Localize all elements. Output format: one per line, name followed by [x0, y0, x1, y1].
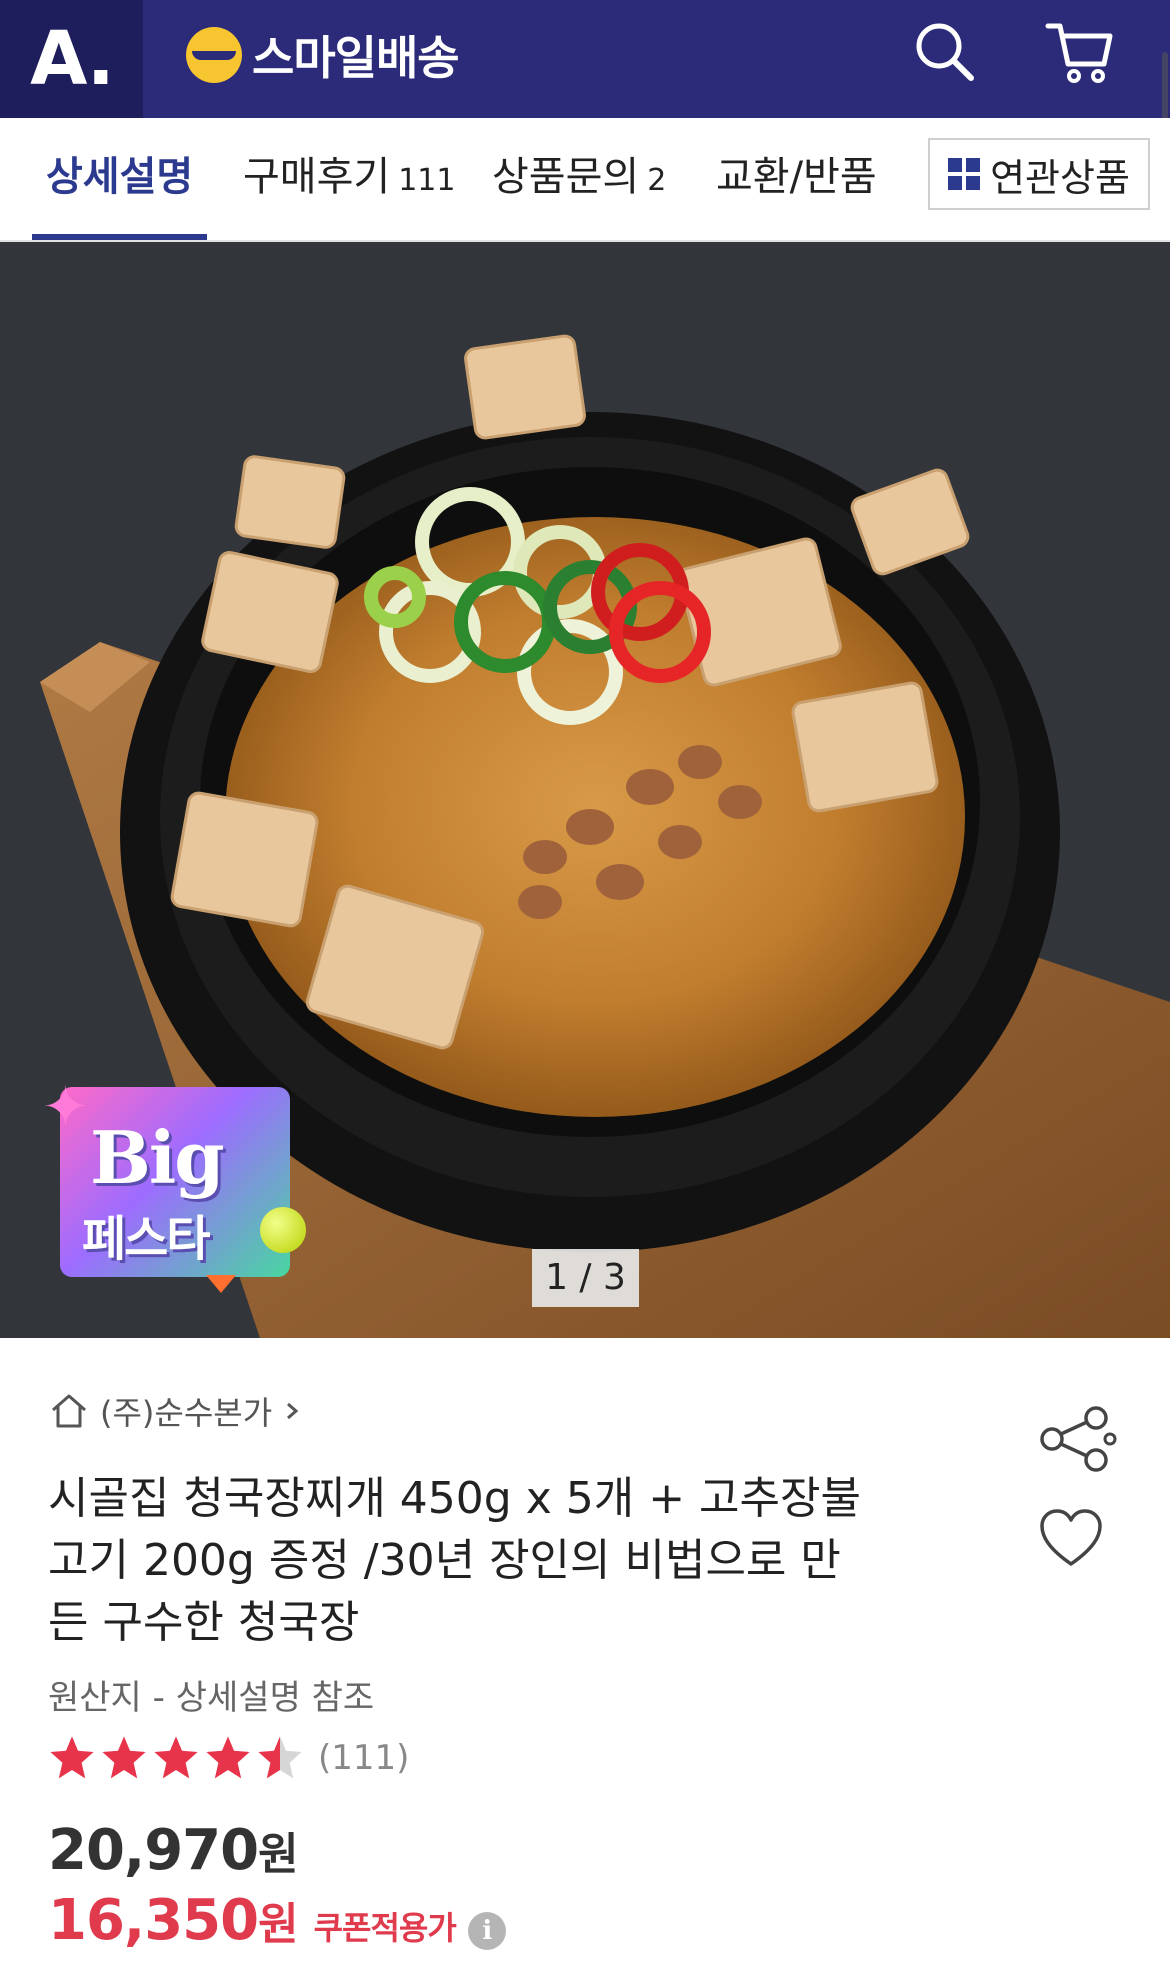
- active-tab-indicator: [32, 234, 207, 240]
- star-icon: [154, 1736, 198, 1779]
- star-icon: [258, 1736, 302, 1779]
- tab-count: 111: [398, 163, 456, 198]
- sparkle-icon: ✦: [42, 1075, 89, 1140]
- tab-inquiries[interactable]: 상품문의 2: [492, 118, 666, 240]
- top-navigation-bar: A. 스마일배송: [0, 0, 1170, 118]
- original-price: 20,970원: [48, 1818, 299, 1883]
- tab-reviews[interactable]: 구매후기 111: [243, 118, 455, 240]
- home-icon: [52, 1394, 86, 1428]
- logo-text: A.: [30, 16, 115, 102]
- tab-label: 상세설명: [46, 154, 194, 200]
- coupon-label: 쿠폰적용가: [313, 1909, 457, 1947]
- original-price-value: 20,970: [48, 1818, 259, 1883]
- chevron-right-icon: [287, 1402, 299, 1420]
- grid-icon: [948, 158, 981, 190]
- tab-detail[interactable]: 상세설명: [46, 118, 193, 240]
- currency-unit: 원: [258, 1899, 298, 1950]
- tab-count: 2: [647, 163, 667, 198]
- badge-subtitle: 페스타: [82, 1211, 210, 1267]
- star-icon: [50, 1736, 94, 1779]
- heart-icon[interactable]: [1038, 1508, 1104, 1570]
- tab-exchange-return[interactable]: 교환/반품: [716, 118, 877, 240]
- star-icon: [102, 1736, 146, 1779]
- sale-price-value: 16,350: [48, 1888, 259, 1953]
- review-count: (111): [318, 1738, 410, 1778]
- related-products-button[interactable]: 연관상품: [928, 138, 1150, 210]
- search-icon[interactable]: [905, 12, 985, 92]
- image-pager: 1 / 3: [532, 1249, 639, 1307]
- share-icon[interactable]: [1038, 1404, 1118, 1474]
- auction-logo[interactable]: A.: [0, 0, 143, 118]
- smile-icon: [186, 27, 242, 83]
- badge-title: Big: [90, 1115, 225, 1200]
- rating-summary[interactable]: (111): [48, 1734, 409, 1782]
- tab-label: 상품문의: [492, 154, 640, 200]
- currency-unit: 원: [258, 1829, 298, 1880]
- product-image-gallery[interactable]: ✦ Big 페스타 1 / 3: [0, 242, 1170, 1338]
- info-icon[interactable]: i: [467, 1912, 506, 1950]
- store-name: (주)순수본가: [100, 1394, 273, 1432]
- store-link[interactable]: (주)순수본가: [48, 1388, 314, 1434]
- product-title: 시골집 청국장찌개 450g x 5개 + 고추장불고기 200g 증정 /30…: [48, 1473, 861, 1648]
- related-products-label: 연관상품: [990, 155, 1130, 200]
- tennis-ball-icon: [260, 1207, 306, 1253]
- origin-info: 원산지 - 상세설명 참조: [48, 1678, 375, 1718]
- smile-delivery-label: 스마일배송: [252, 31, 460, 85]
- cart-icon[interactable]: [1040, 12, 1120, 92]
- star-rating: [48, 1734, 304, 1782]
- coupon-price: 16,350 원 쿠폰적용가 i: [48, 1888, 506, 1953]
- star-icon: [206, 1736, 250, 1779]
- smile-delivery-brand[interactable]: 스마일배송: [186, 22, 460, 88]
- tab-label: 교환/반품: [716, 154, 877, 200]
- tab-label: 구매후기: [243, 154, 391, 200]
- big-festa-badge: ✦ Big 페스타: [42, 1075, 306, 1293]
